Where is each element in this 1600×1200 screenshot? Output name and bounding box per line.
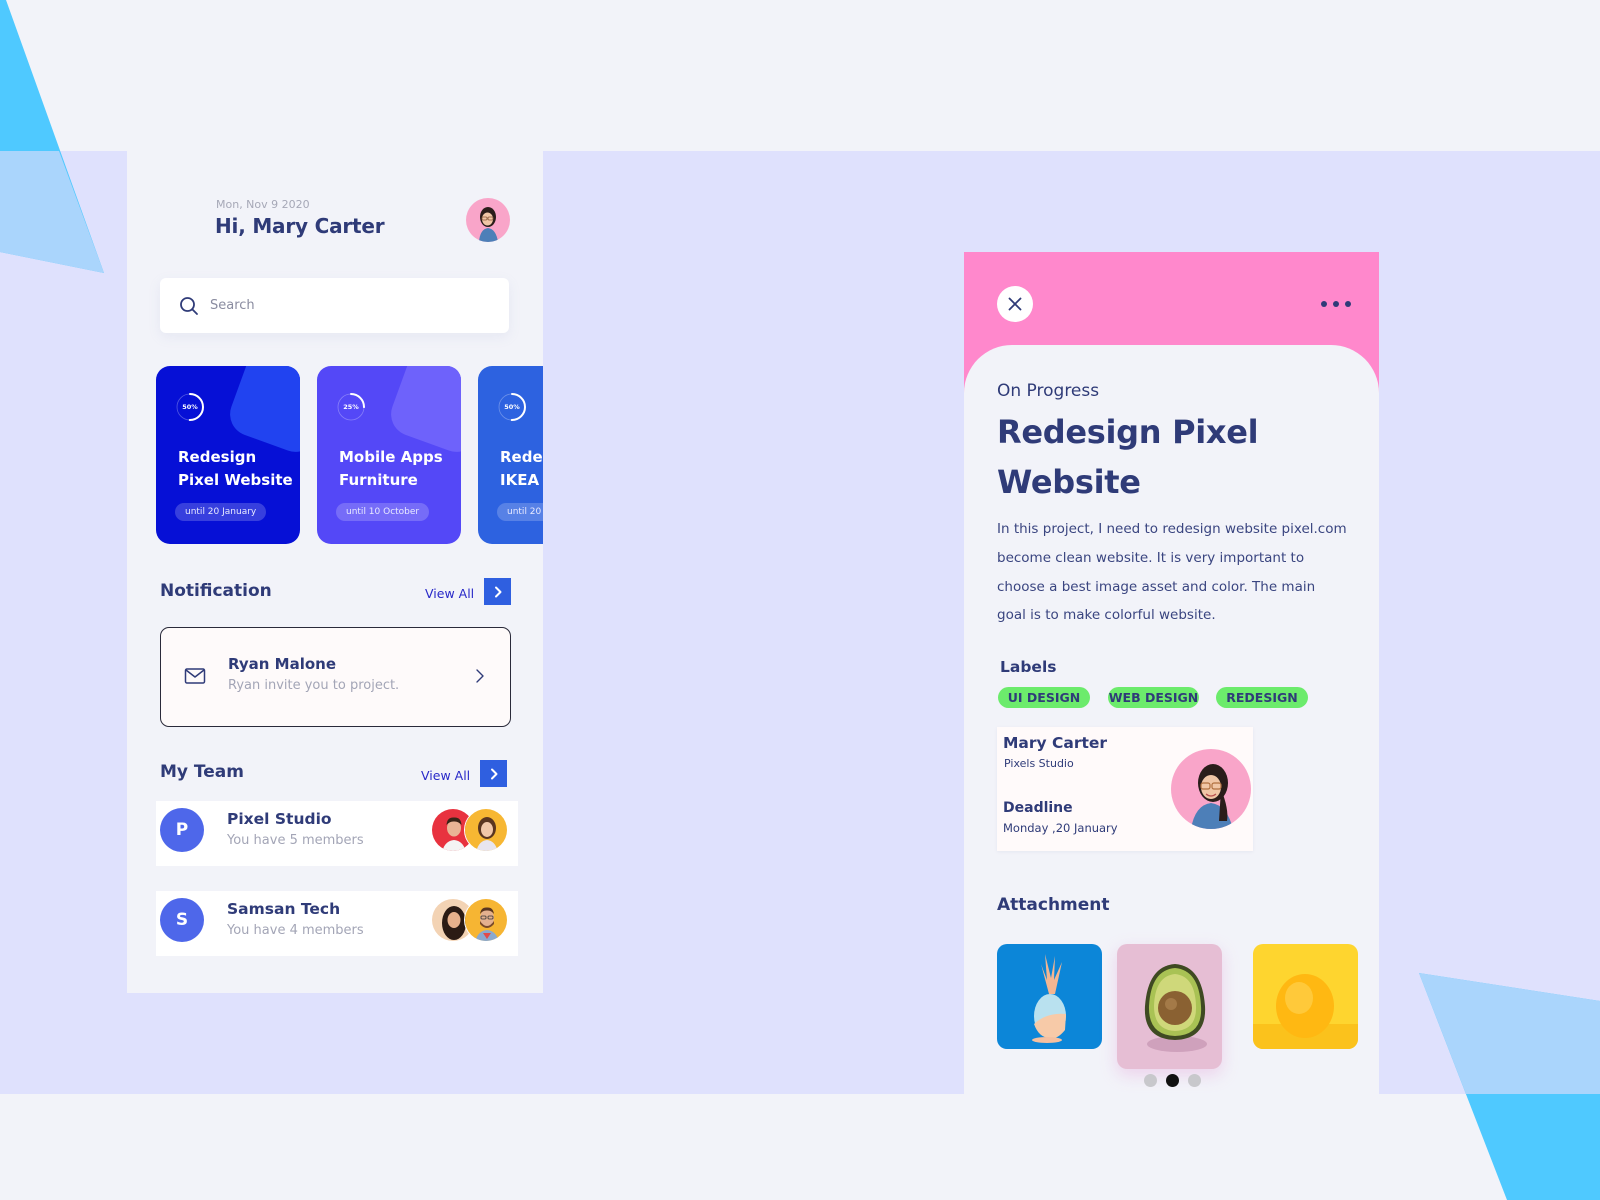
- chevron-right-icon: [494, 586, 501, 597]
- project-status: On Progress: [997, 381, 1100, 401]
- label-chip[interactable]: UI DESIGN: [998, 687, 1090, 708]
- more-options-button[interactable]: [1321, 296, 1351, 312]
- team-view-all-link[interactable]: View All: [421, 768, 470, 783]
- member-avatar: [464, 898, 508, 942]
- team-name: Samsan Tech: [227, 900, 341, 918]
- project-title: Redesign Pixel Website: [997, 413, 1259, 501]
- home-screen: Mon, Nov 9 2020 Hi, Mary Carter 50% Rede…: [127, 151, 543, 993]
- member-avatar: [464, 808, 508, 852]
- more-dots-icon: [1333, 301, 1339, 307]
- more-dots-icon: [1345, 301, 1351, 307]
- team-heading: My Team: [160, 762, 244, 782]
- project-card[interactable]: 50% Redesign IKEA until 20 January: [478, 366, 543, 544]
- owner-card: Mary Carter Pixels Studio Deadline Monda…: [997, 727, 1253, 851]
- team-initial-badge: P: [160, 808, 204, 852]
- project-deadline-badge: until 20 January: [497, 503, 543, 521]
- current-date: Mon, Nov 9 2020: [216, 198, 310, 211]
- notification-heading: Notification: [160, 581, 272, 601]
- deadline-value: Monday ,20 January: [1003, 821, 1118, 835]
- attachment-heading: Attachment: [997, 895, 1110, 915]
- progress-label: 50%: [182, 403, 198, 411]
- project-cards: 50% Redesign Pixel Website until 20 Janu…: [156, 366, 543, 544]
- close-button[interactable]: [997, 286, 1033, 322]
- labels-heading: Labels: [1000, 658, 1057, 676]
- attachment-thumbnail-pineapple[interactable]: [997, 944, 1102, 1049]
- search-input[interactable]: [210, 298, 490, 313]
- owner-organization: Pixels Studio: [1004, 757, 1074, 770]
- carousel-dot-active[interactable]: [1166, 1074, 1179, 1087]
- user-avatar-photo-icon: [466, 198, 510, 242]
- owner-avatar: [1171, 749, 1251, 829]
- owner-name: Mary Carter: [1003, 734, 1108, 752]
- label-chip[interactable]: WEB DESIGN: [1108, 687, 1199, 708]
- member-photo-icon: [465, 809, 507, 851]
- team-member-avatars: [431, 808, 511, 852]
- notification-view-all-button[interactable]: [484, 578, 511, 605]
- chevron-right-icon: [476, 669, 484, 683]
- team-initial-badge: S: [160, 898, 204, 942]
- project-detail-screen: On Progress Redesign Pixel Website In th…: [964, 252, 1379, 1094]
- avocado-image-icon: [1117, 944, 1222, 1069]
- team-member-avatars: [431, 898, 511, 942]
- search-icon: [180, 296, 198, 315]
- more-dots-icon: [1321, 301, 1327, 307]
- greeting: Hi, Mary Carter: [215, 214, 385, 238]
- notification-item[interactable]: Ryan Malone Ryan invite you to project.: [160, 627, 511, 727]
- user-avatar[interactable]: [466, 198, 510, 242]
- project-title: Redesign IKEA: [500, 448, 543, 489]
- deadline-label: Deadline: [1003, 800, 1073, 816]
- detail-body: On Progress Redesign Pixel Website In th…: [964, 345, 1379, 1094]
- attachment-thumbnail-lemon[interactable]: [1253, 944, 1358, 1049]
- team-item[interactable]: S Samsan Tech You have 4 members: [156, 891, 518, 956]
- lemon-image-icon: [1253, 944, 1358, 1049]
- project-description: In this project, I need to redesign webs…: [997, 521, 1347, 624]
- project-card[interactable]: 50% Redesign Pixel Website until 20 Janu…: [156, 366, 300, 544]
- card-decoration: [223, 366, 300, 459]
- team-member-count: You have 4 members: [227, 923, 364, 938]
- project-deadline-badge: until 20 January: [175, 503, 267, 521]
- progress-label: 50%: [504, 403, 520, 411]
- project-card[interactable]: 25% Mobile Apps Furniture until 10 Octob…: [317, 366, 461, 544]
- project-title: Redesign Pixel Website: [178, 448, 293, 489]
- team-member-count: You have 5 members: [227, 833, 364, 848]
- progress-label: 25%: [343, 403, 359, 411]
- carousel-dot[interactable]: [1188, 1074, 1201, 1087]
- owner-photo-icon: [1171, 749, 1251, 829]
- chevron-right-icon: [490, 768, 497, 779]
- card-decoration: [384, 366, 461, 459]
- search-bar[interactable]: [160, 278, 509, 333]
- project-title: Mobile Apps Furniture: [339, 448, 443, 489]
- label-chip[interactable]: REDESIGN: [1216, 687, 1308, 708]
- attachment-thumbnail-avocado[interactable]: [1117, 944, 1222, 1069]
- project-deadline-badge: until 10 October: [336, 503, 430, 521]
- team-view-all-button[interactable]: [480, 760, 507, 787]
- carousel-dots: [1144, 1074, 1201, 1087]
- member-photo-icon: [465, 899, 507, 941]
- team-name: Pixel Studio: [227, 810, 332, 828]
- notification-message: Ryan invite you to project.: [228, 678, 400, 693]
- carousel-dot[interactable]: [1144, 1074, 1157, 1087]
- mail-icon: [184, 668, 206, 684]
- pineapple-image-icon: [997, 944, 1102, 1049]
- close-icon: [1008, 297, 1022, 311]
- notification-view-all-link[interactable]: View All: [425, 586, 474, 601]
- notification-sender: Ryan Malone: [228, 655, 337, 673]
- team-item[interactable]: P Pixel Studio You have 5 members: [156, 801, 518, 866]
